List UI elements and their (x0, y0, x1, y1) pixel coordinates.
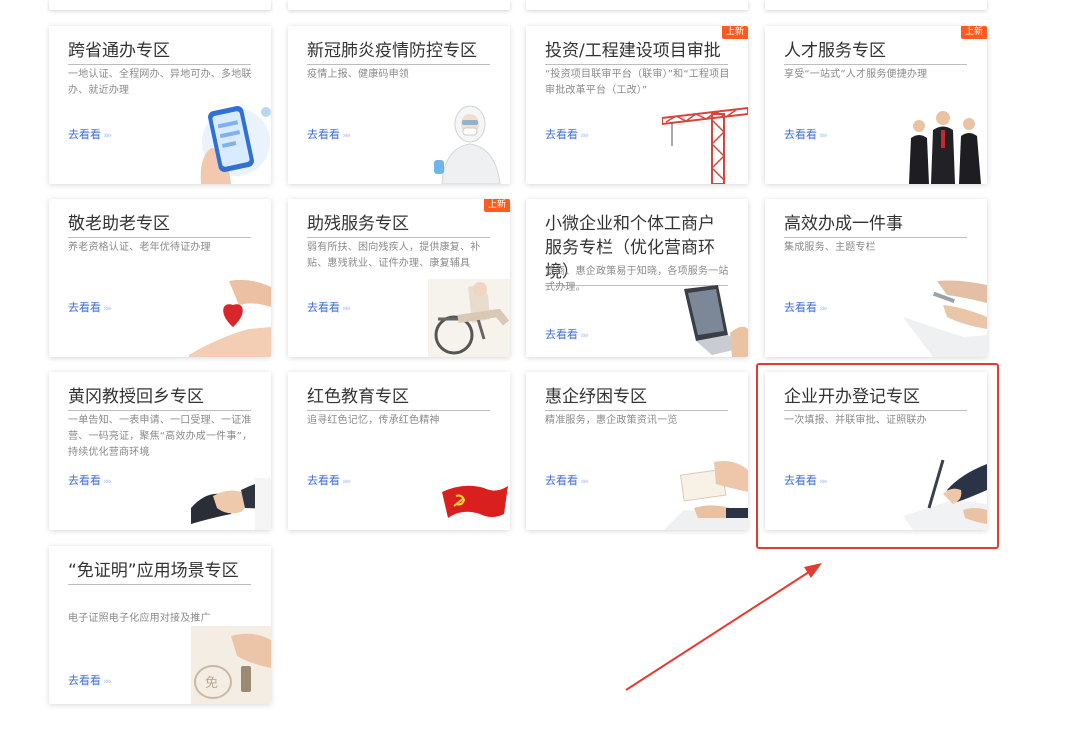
pointer-arrow (625, 563, 822, 691)
